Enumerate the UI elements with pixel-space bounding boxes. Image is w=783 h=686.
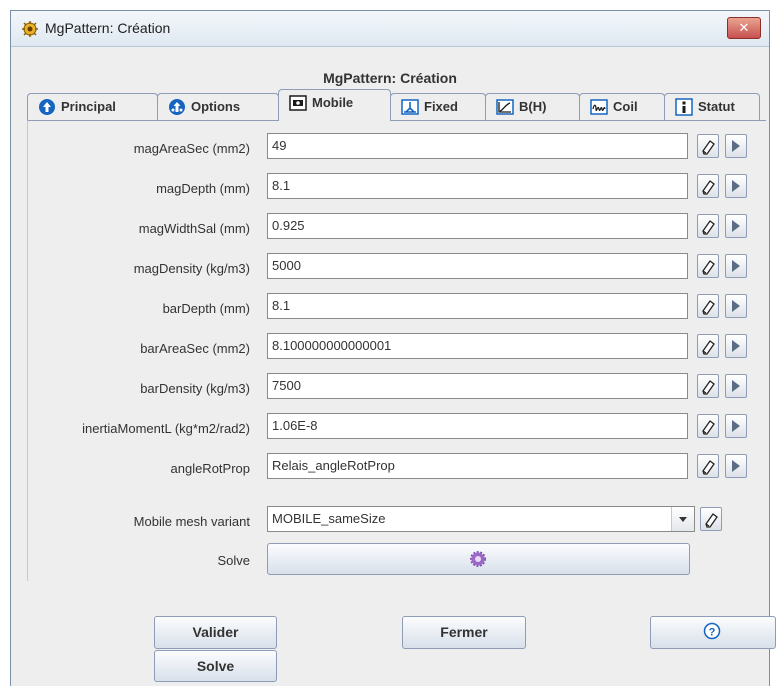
eraser-icon	[702, 140, 715, 155]
tab-label: Options	[191, 99, 241, 114]
eraser-icon	[702, 460, 715, 475]
play-arrow-icon	[732, 220, 740, 232]
mesh-variant-value: MOBILE_sameSize	[272, 511, 386, 526]
param-input[interactable]: 7500	[267, 373, 688, 399]
param-label: magDensity (kg/m3)	[133, 261, 250, 276]
dropdown-arrow[interactable]	[671, 507, 694, 531]
dialog-window: MgPattern: Création ✕ MgPattern: Créatio…	[10, 10, 776, 686]
tab-statut[interactable]: Statut	[664, 93, 760, 120]
tab-label: Fixed	[424, 99, 458, 114]
solve-row-label: Solve	[217, 553, 250, 568]
tab-fixed[interactable]: Fixed	[390, 93, 486, 120]
tab-label: B(H)	[519, 99, 547, 114]
eraser-icon	[702, 340, 715, 355]
play-arrow-icon	[732, 380, 740, 392]
eraser-button[interactable]	[697, 294, 719, 318]
eraser-button[interactable]	[697, 454, 719, 478]
param-label: magDepth (mm)	[156, 181, 250, 196]
play-arrow-icon	[732, 300, 740, 312]
app-icon	[22, 21, 38, 37]
tab-mobile[interactable]: Mobile	[278, 89, 391, 121]
mobile-icon	[289, 94, 307, 111]
tab-label: Coil	[613, 99, 638, 114]
param-label: barAreaSec (mm2)	[140, 341, 250, 356]
eraser-icon	[702, 180, 715, 195]
param-input[interactable]: Relais_angleRotProp	[267, 453, 688, 479]
chevron-down-icon	[679, 517, 687, 522]
close-button[interactable]: ✕	[727, 17, 761, 39]
fermer-button[interactable]: Fermer	[402, 616, 526, 649]
play-arrow-icon	[732, 340, 740, 352]
next-button[interactable]	[725, 454, 747, 478]
info-icon	[675, 97, 693, 116]
tab-principal[interactable]: Principal	[27, 93, 158, 120]
mesh-variant-select[interactable]: MOBILE_sameSize	[267, 506, 695, 532]
valider-button[interactable]: Valider	[154, 616, 277, 649]
window-title: MgPattern: Création	[45, 20, 171, 36]
param-input[interactable]: 0.925	[267, 213, 688, 239]
eraser-icon	[705, 513, 718, 528]
play-arrow-icon	[732, 260, 740, 272]
param-input[interactable]: 8.1	[267, 173, 688, 199]
eraser-button[interactable]	[697, 414, 719, 438]
options-circle-icon	[169, 98, 185, 115]
param-label: angleRotProp	[170, 461, 251, 476]
svg-text:?: ?	[709, 626, 716, 638]
arrow-up-circle-icon	[39, 98, 55, 115]
eraser-button[interactable]	[697, 134, 719, 158]
eraser-icon	[702, 300, 715, 315]
curve-icon	[496, 98, 514, 115]
coil-icon	[590, 98, 608, 115]
param-input[interactable]: 49	[267, 133, 688, 159]
tab-label: Mobile	[312, 95, 354, 110]
panel-title: MgPattern: Création	[323, 70, 457, 86]
eraser-button[interactable]	[697, 174, 719, 198]
play-arrow-icon	[732, 420, 740, 432]
help-icon: ?	[703, 622, 721, 640]
play-arrow-icon	[732, 140, 740, 152]
param-label: magAreaSec (mm2)	[133, 141, 250, 156]
eraser-icon	[702, 420, 715, 435]
eraser-icon	[702, 380, 715, 395]
next-button[interactable]	[725, 374, 747, 398]
solve-button[interactable]: Solve	[154, 650, 277, 682]
next-button[interactable]	[725, 334, 747, 358]
eraser-button[interactable]	[697, 254, 719, 278]
eraser-button[interactable]	[700, 507, 722, 531]
param-input[interactable]: 5000	[267, 253, 688, 279]
param-input[interactable]: 1.06E-8	[267, 413, 688, 439]
eraser-icon	[702, 220, 715, 235]
title-bar[interactable]: MgPattern: Création ✕	[11, 11, 769, 47]
gear-icon	[470, 551, 486, 567]
next-button[interactable]	[725, 134, 747, 158]
tab-options[interactable]: Options	[157, 93, 279, 120]
next-button[interactable]	[725, 254, 747, 278]
param-input[interactable]: 8.1	[267, 293, 688, 319]
help-button[interactable]: ?	[650, 616, 776, 649]
play-arrow-icon	[732, 460, 740, 472]
tab-coil[interactable]: Coil	[579, 93, 665, 120]
param-input[interactable]: 8.100000000000001	[267, 333, 688, 359]
next-button[interactable]	[725, 174, 747, 198]
solve-run-button[interactable]	[267, 543, 690, 575]
play-arrow-icon	[732, 180, 740, 192]
next-button[interactable]	[725, 294, 747, 318]
eraser-button[interactable]	[697, 374, 719, 398]
eraser-button[interactable]	[697, 214, 719, 238]
param-label: barDensity (kg/m3)	[140, 381, 250, 396]
fixed-icon	[401, 98, 419, 115]
next-button[interactable]	[725, 214, 747, 238]
tab-label: Principal	[61, 99, 116, 114]
param-label: barDepth (mm)	[162, 301, 250, 316]
param-label: magWidthSal (mm)	[138, 221, 250, 236]
next-button[interactable]	[725, 414, 747, 438]
param-label: inertiaMomentL (kg*m2/rad2)	[82, 421, 250, 436]
mesh-variant-label: Mobile mesh variant	[133, 514, 250, 529]
eraser-icon	[702, 260, 715, 275]
eraser-button[interactable]	[697, 334, 719, 358]
tab-label: Statut	[698, 99, 735, 114]
tab-bh[interactable]: B(H)	[485, 93, 580, 120]
close-icon: ✕	[738, 20, 750, 35]
